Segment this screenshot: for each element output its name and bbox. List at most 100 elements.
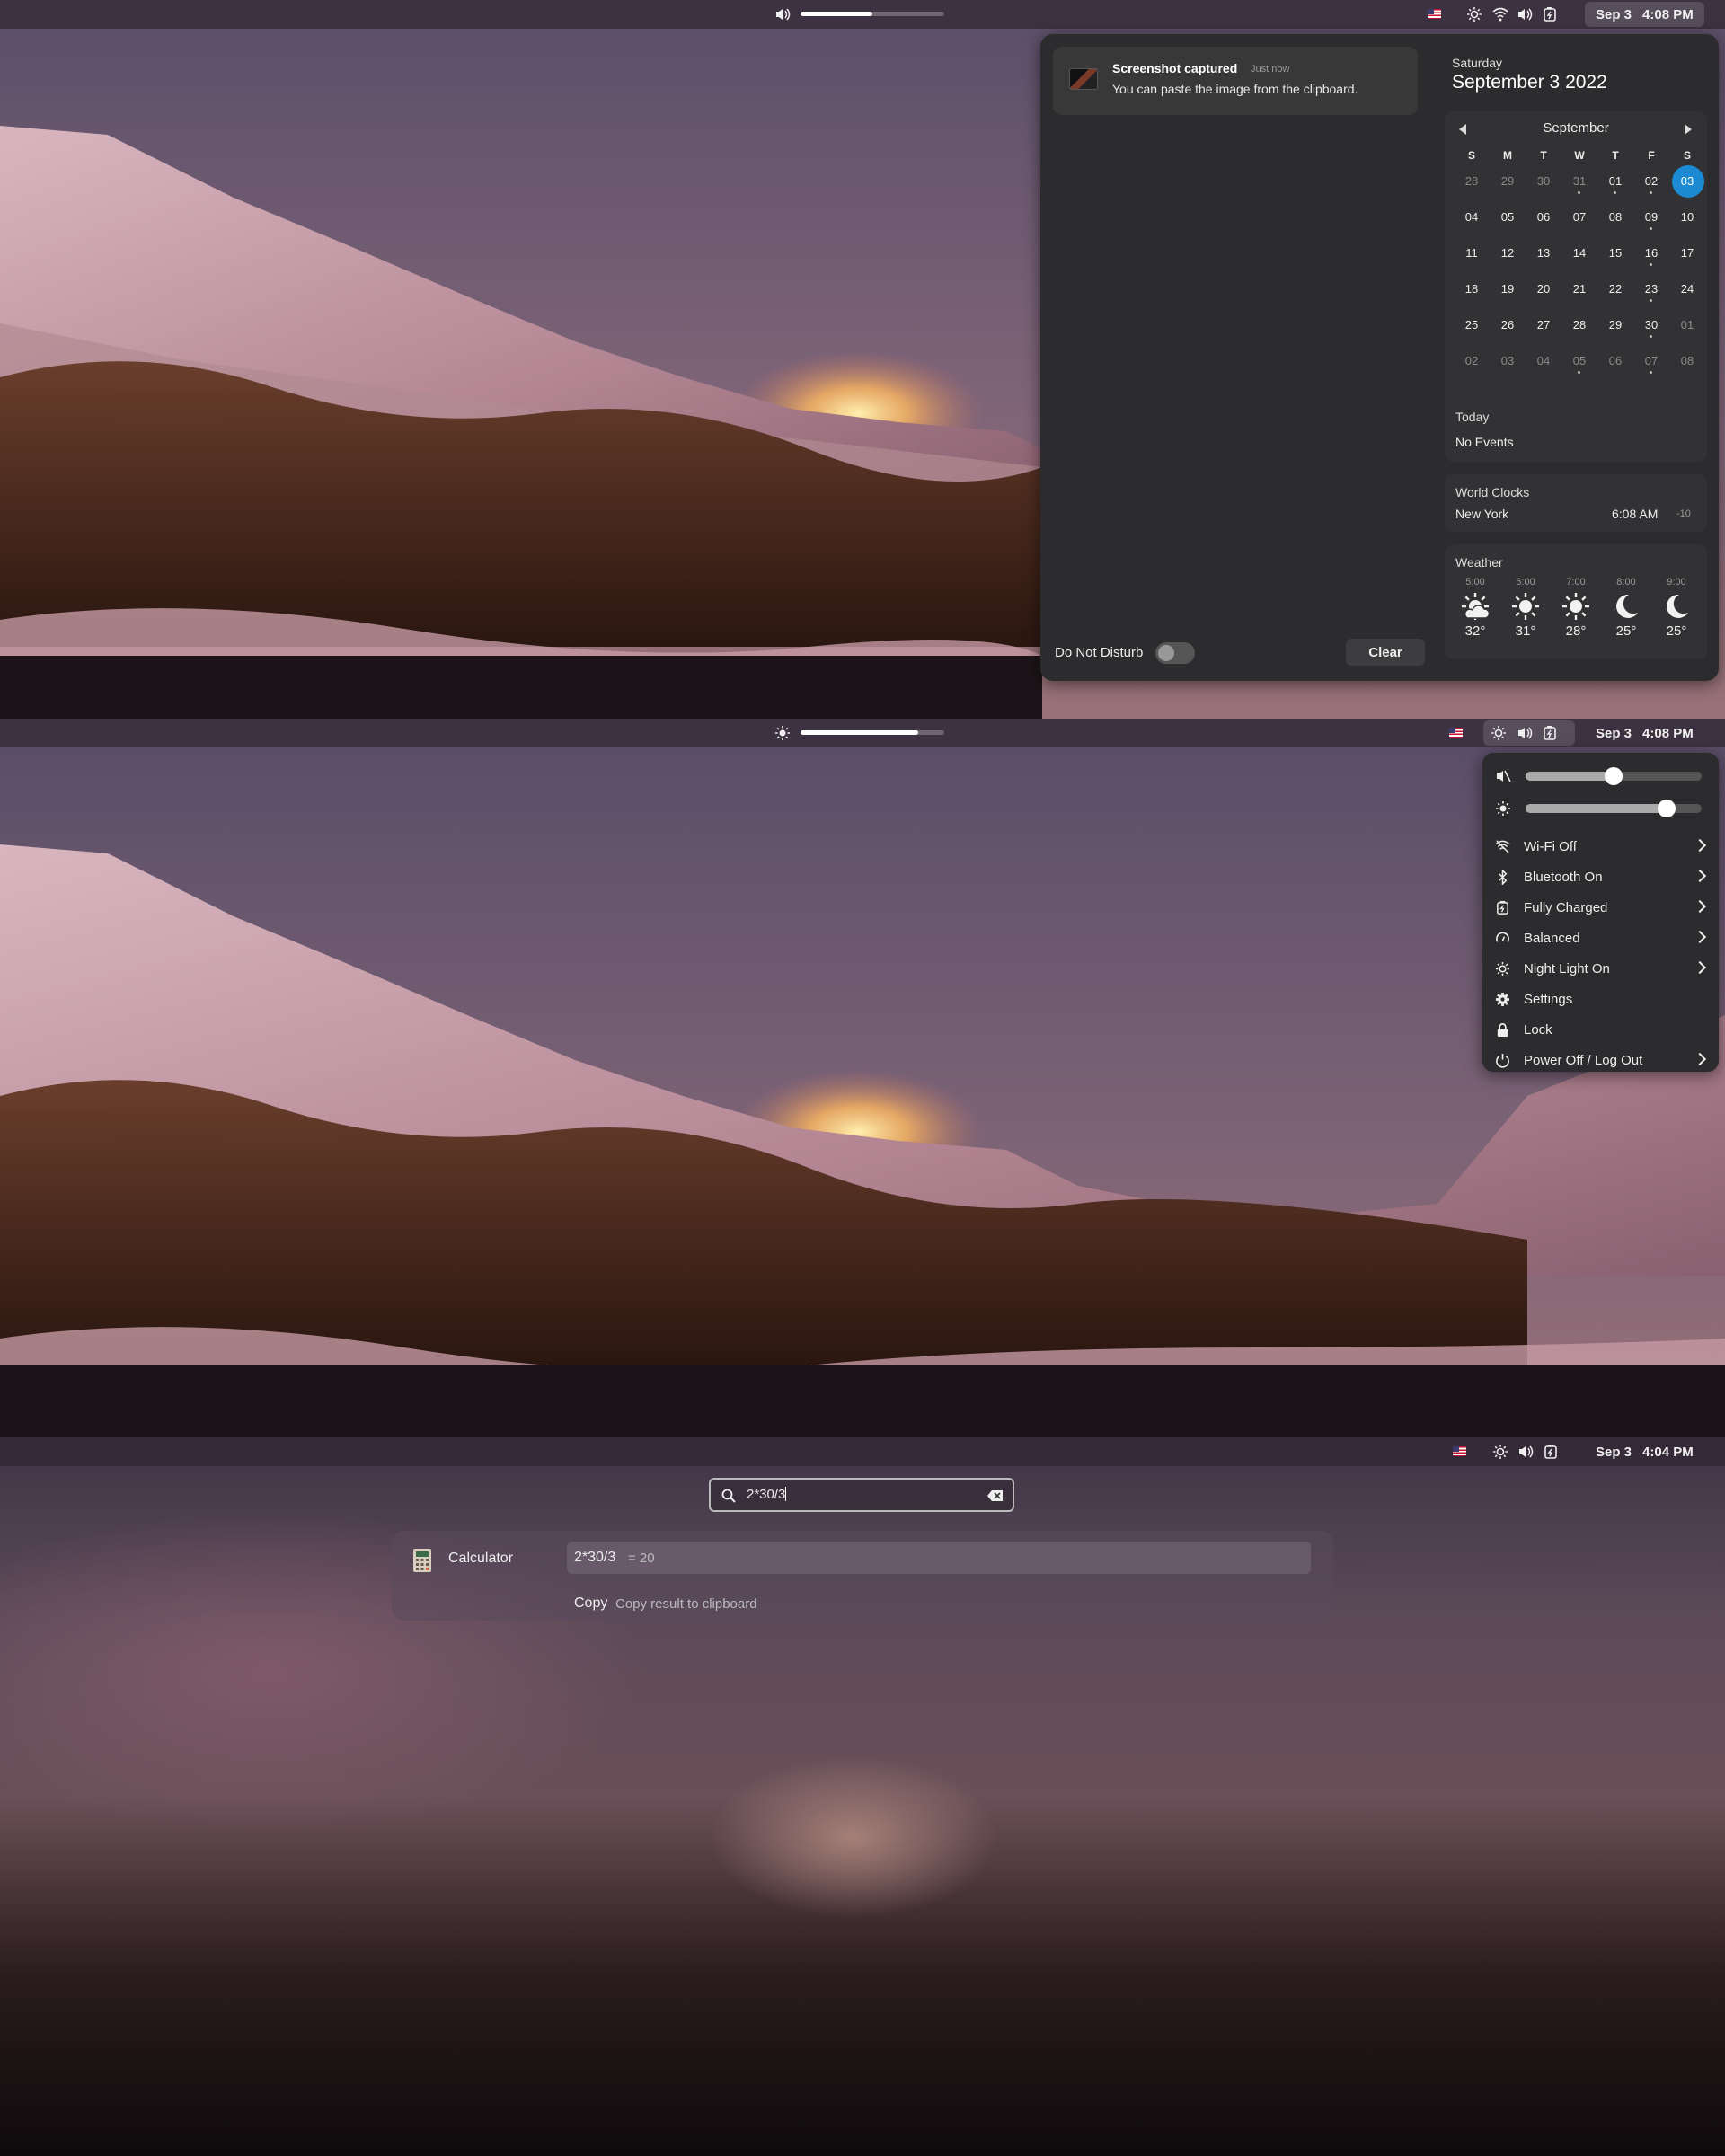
moon-icon [1611, 591, 1641, 622]
calendar-day[interactable]: 24 [1671, 275, 1703, 304]
launcher-search-box[interactable]: 2*30/3 [709, 1478, 1014, 1512]
event-dot [1650, 227, 1652, 230]
calendar-day[interactable]: 18 [1455, 275, 1488, 304]
volume-icon[interactable] [1517, 6, 1533, 22]
menu-item-lock[interactable]: Lock [1482, 1014, 1719, 1045]
calendar-day[interactable]: 31 [1563, 167, 1596, 196]
copy-action[interactable]: Copy [574, 1595, 607, 1612]
calendar-day[interactable]: 02 [1455, 347, 1488, 376]
volume-icon[interactable] [1517, 1444, 1534, 1460]
volume-slider[interactable] [1526, 767, 1702, 785]
weather-hour: 5:00 [1465, 577, 1485, 588]
menu-item-settings[interactable]: Settings [1482, 984, 1719, 1014]
menu-item-bluetooth-on[interactable]: Bluetooth On [1482, 862, 1719, 892]
top-bar: Sep 3 4:08 PM [0, 719, 1725, 747]
calendar-day[interactable]: 16 [1635, 239, 1668, 268]
clock-date-button[interactable]: Sep 3 4:04 PM [1585, 1439, 1704, 1464]
today-events: No Events [1455, 435, 1514, 449]
calendar-day[interactable]: 08 [1671, 347, 1703, 376]
calendar-month: September [1543, 120, 1609, 136]
calendar-day[interactable]: 26 [1491, 311, 1524, 340]
menu-item-wi-fi-off[interactable]: Wi-Fi Off [1482, 831, 1719, 862]
calendar-day[interactable]: 08 [1599, 203, 1632, 232]
world-clocks-card[interactable]: World Clocks New York 6:08 AM -10 [1445, 474, 1707, 532]
menu-item-night-light-on[interactable]: Night Light On [1482, 953, 1719, 984]
night-light-icon[interactable] [1491, 725, 1507, 741]
calendar-day-selected[interactable]: 03 [1671, 165, 1704, 198]
calendar-day[interactable]: 09 [1635, 203, 1668, 232]
volume-icon[interactable] [1517, 725, 1533, 741]
dnd-label: Do Not Disturb [1055, 645, 1144, 660]
brightness-slider[interactable] [1526, 800, 1702, 817]
today-card[interactable]: Today No Events [1445, 399, 1707, 462]
calendar-day[interactable]: 19 [1491, 275, 1524, 304]
volume-slider-knob[interactable] [1605, 767, 1623, 785]
clock-date-button[interactable]: Sep 3 4:08 PM [1585, 2, 1704, 27]
calendar-day[interactable]: 07 [1635, 347, 1668, 376]
calendar-day[interactable]: 13 [1527, 239, 1560, 268]
clock-city: New York [1455, 507, 1509, 521]
next-month-icon[interactable] [1685, 124, 1692, 135]
calendar-day[interactable]: 04 [1455, 203, 1488, 232]
menu-item-label: Lock [1524, 1022, 1552, 1038]
calendar-day[interactable]: 10 [1671, 203, 1703, 232]
event-dot [1578, 371, 1580, 374]
calendar-day[interactable]: 02 [1635, 167, 1668, 196]
calendar-day[interactable]: 01 [1599, 167, 1632, 196]
calendar-day[interactable]: 15 [1599, 239, 1632, 268]
calculator-expression: 2*30/3 [574, 1550, 616, 1565]
calendar-day[interactable]: 27 [1527, 311, 1560, 340]
calendar-day[interactable]: 07 [1563, 203, 1596, 232]
calendar-day[interactable]: 06 [1599, 347, 1632, 376]
calendar-day[interactable]: 14 [1563, 239, 1596, 268]
weather-forecast-item: 5:00 32° [1455, 577, 1495, 639]
topbar-date: Sep 3 [1596, 1444, 1632, 1460]
clear-input-icon[interactable] [987, 1489, 1004, 1502]
us-flag-icon[interactable] [1449, 728, 1463, 738]
calendar-day[interactable]: 21 [1563, 275, 1596, 304]
calendar-day[interactable]: 03 [1491, 347, 1524, 376]
calendar-day[interactable]: 11 [1455, 239, 1488, 268]
dnd-toggle[interactable] [1155, 642, 1195, 664]
calculator-result-field[interactable]: 2*30/3 = 20 [567, 1542, 1311, 1574]
calendar-day[interactable]: 25 [1455, 311, 1488, 340]
calendar-day[interactable]: 22 [1599, 275, 1632, 304]
menu-item-power-off-log-out[interactable]: Power Off / Log Out [1482, 1045, 1719, 1075]
us-flag-icon[interactable] [1453, 1446, 1466, 1456]
battery-icon[interactable] [1543, 1444, 1559, 1460]
calendar-day[interactable]: 06 [1527, 203, 1560, 232]
battery-icon[interactable] [1542, 725, 1558, 741]
calendar-day[interactable]: 30 [1527, 167, 1560, 196]
calendar-day[interactable]: 17 [1671, 239, 1703, 268]
calendar-day[interactable]: 30 [1635, 311, 1668, 340]
topbar-date: Sep 3 [1596, 725, 1632, 741]
calendar-day[interactable]: 05 [1491, 203, 1524, 232]
calendar-day[interactable]: 12 [1491, 239, 1524, 268]
weather-hour: 8:00 [1616, 577, 1636, 588]
us-flag-icon[interactable] [1428, 9, 1441, 19]
brightness-slider-knob[interactable] [1657, 800, 1676, 817]
night-light-icon[interactable] [1492, 1444, 1508, 1460]
volume-osd-bar [801, 12, 944, 16]
menu-item-balanced[interactable]: Balanced [1482, 923, 1719, 953]
calendar-day[interactable]: 20 [1527, 275, 1560, 304]
clear-button[interactable]: Clear [1346, 639, 1425, 666]
calendar-day[interactable]: 29 [1491, 167, 1524, 196]
calendar-day[interactable]: 05 [1563, 347, 1596, 376]
clock-date-button[interactable]: Sep 3 4:08 PM [1585, 720, 1704, 746]
calculator-result[interactable]: Calculator 2*30/3 = 20 Copy Copy result … [392, 1531, 1333, 1621]
calendar-day[interactable]: 01 [1671, 311, 1703, 340]
wifi-icon[interactable] [1492, 6, 1508, 22]
calendar-day[interactable]: 28 [1455, 167, 1488, 196]
calendar-day[interactable]: 28 [1563, 311, 1596, 340]
search-input[interactable]: 2*30/3 [747, 1487, 787, 1502]
calendar-weekday: S [1467, 149, 1475, 162]
night-light-icon[interactable] [1466, 6, 1482, 22]
calendar-day[interactable]: 23 [1635, 275, 1668, 304]
calendar-day[interactable]: 29 [1599, 311, 1632, 340]
menu-item-fully-charged[interactable]: Fully Charged [1482, 892, 1719, 923]
weather-card[interactable]: Weather 5:00 32° 6:00 31° 7:00 28° 8:00 25° 9:00… [1445, 544, 1707, 659]
notification-card[interactable]: Screenshot captured Just now You can pas… [1053, 47, 1418, 115]
calendar-day[interactable]: 04 [1527, 347, 1560, 376]
battery-icon[interactable] [1542, 6, 1558, 22]
